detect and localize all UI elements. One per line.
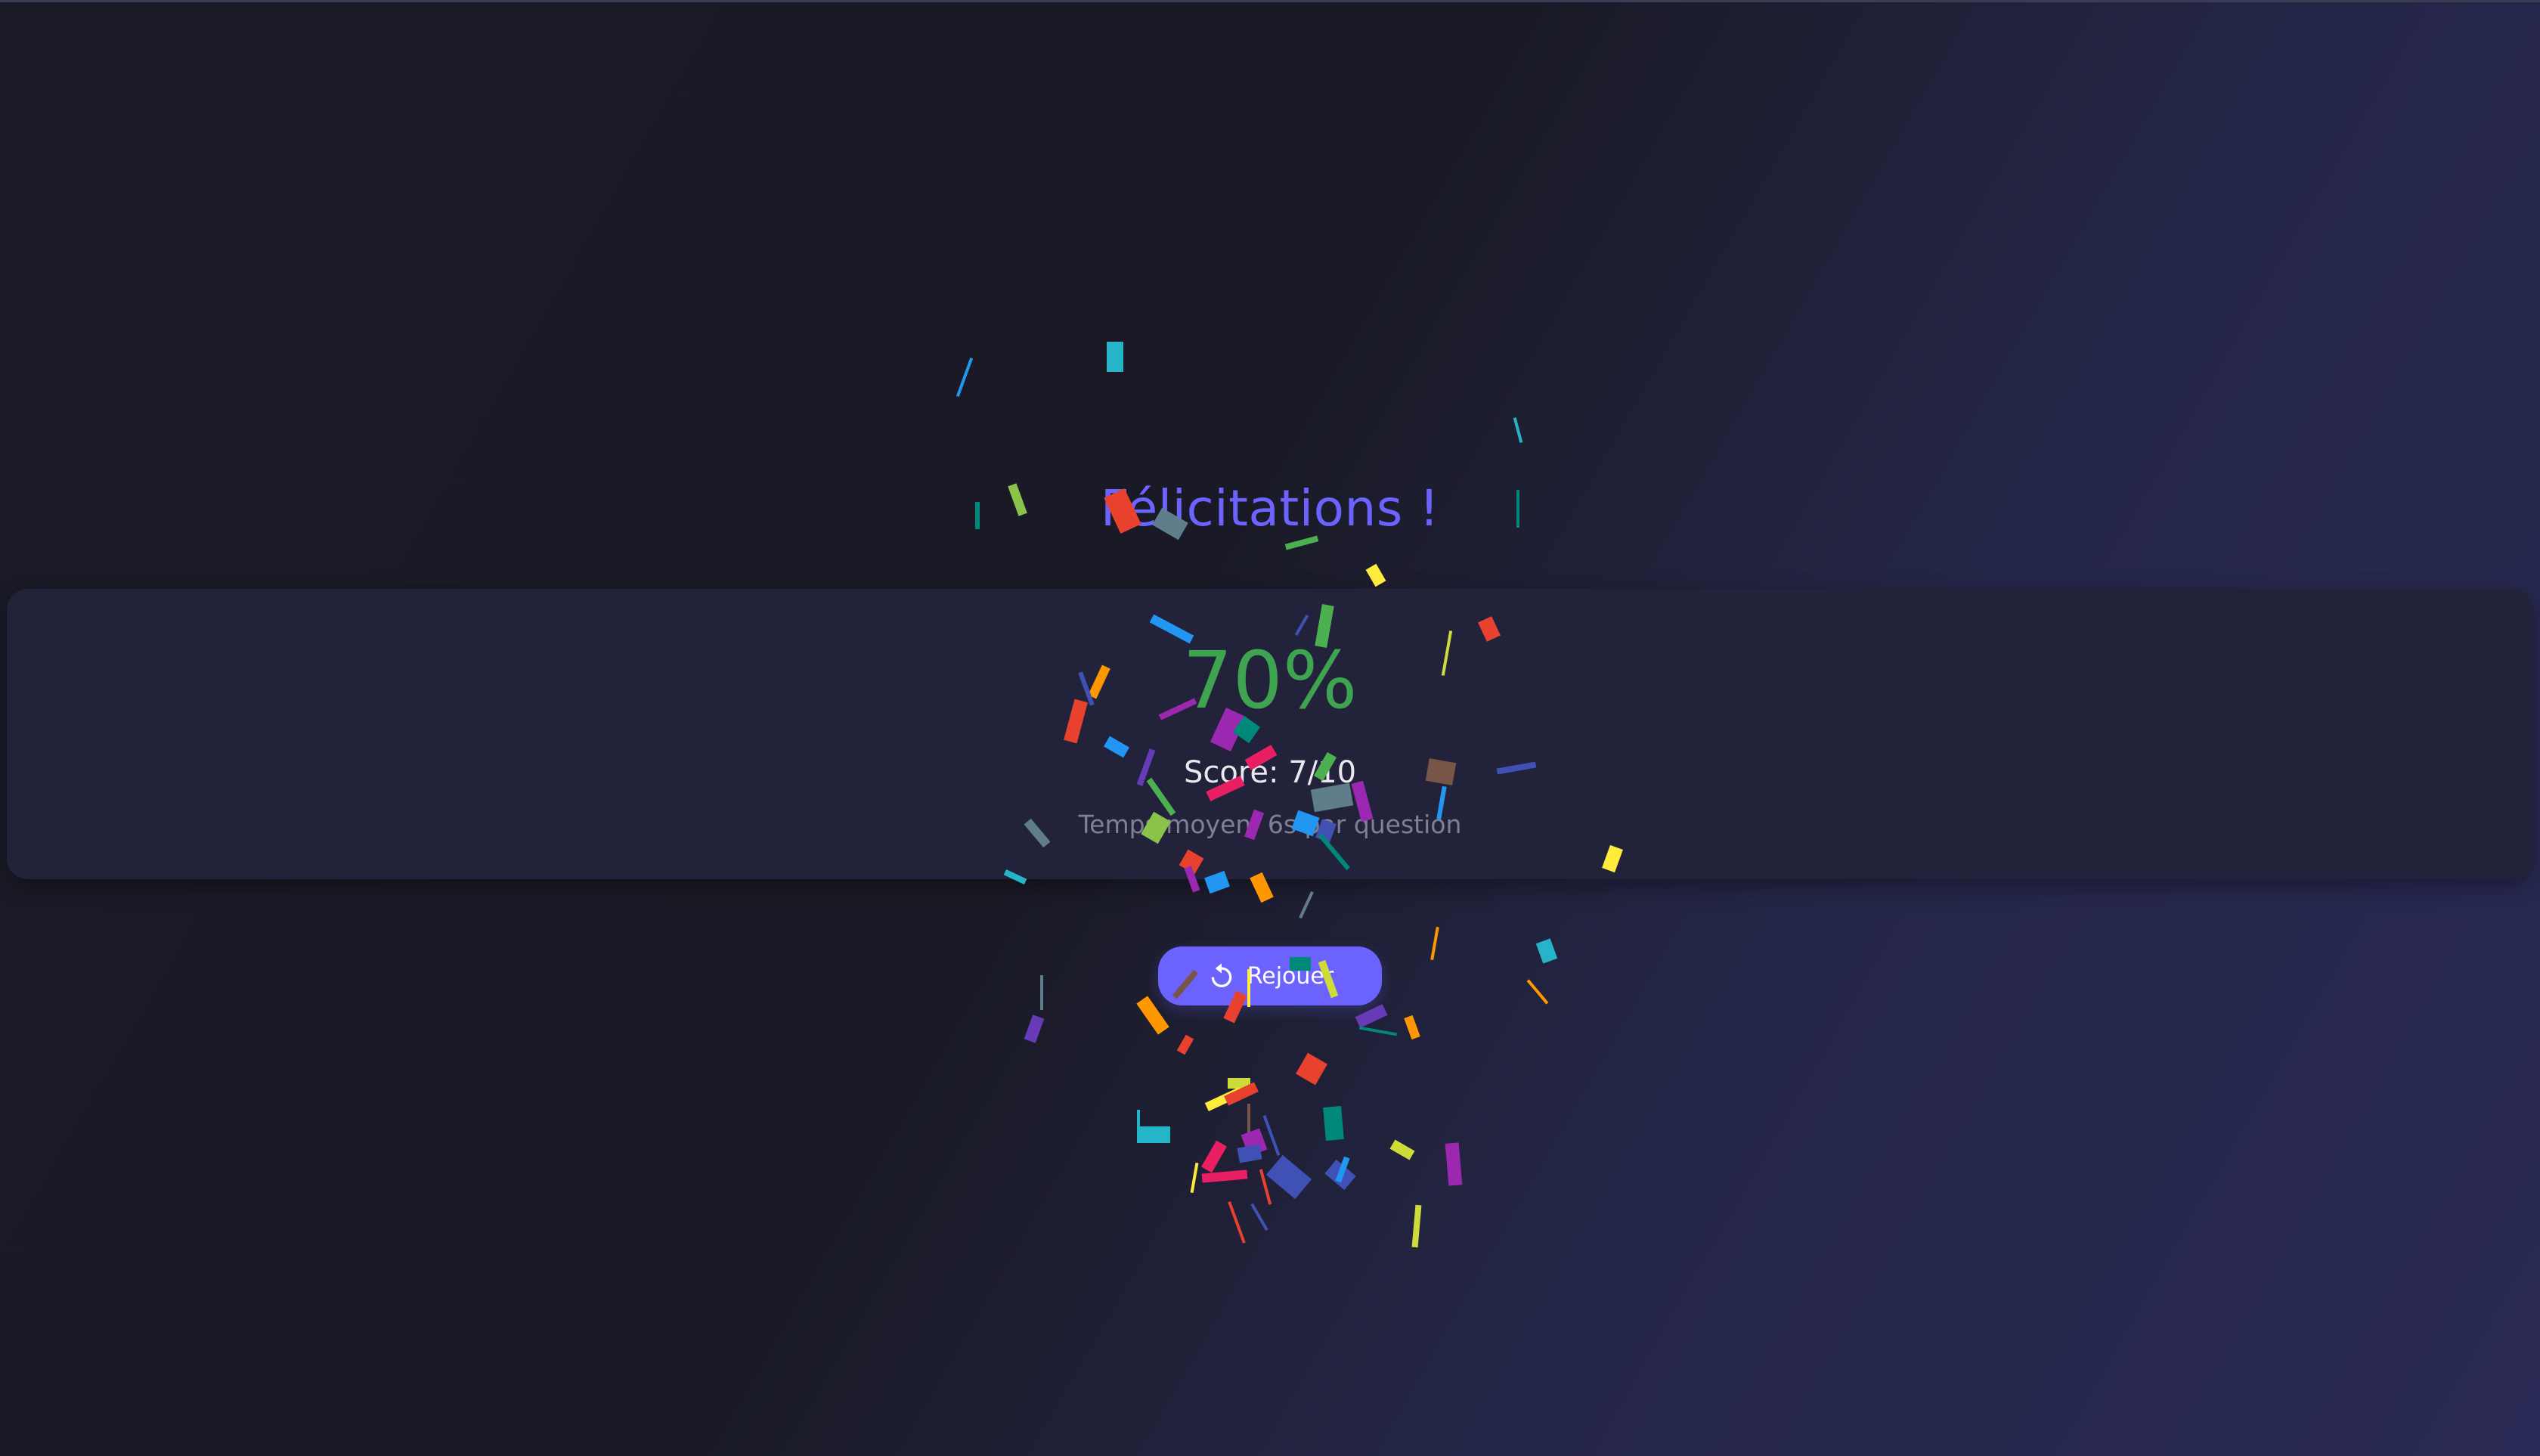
confetti-piece [1299, 891, 1314, 919]
confetti-piece [1404, 1015, 1420, 1040]
refresh-icon [1211, 963, 1232, 987]
confetti-piece [1136, 996, 1169, 1035]
confetti-piece [1535, 938, 1558, 964]
confetti-piece [1024, 1015, 1045, 1043]
confetti-piece [1140, 1126, 1170, 1143]
confetti-piece [1430, 926, 1439, 961]
confetti-piece [1247, 1104, 1250, 1142]
confetti-piece [1228, 1078, 1250, 1089]
page-title: Félicitations ! [1100, 479, 1440, 538]
confetti-piece [1359, 1026, 1397, 1036]
replay-button[interactable]: Rejouer [1158, 946, 1382, 1005]
confetti-piece [1040, 975, 1043, 1010]
confetti-piece [1324, 1159, 1356, 1191]
confetti-piece [1201, 1140, 1227, 1173]
confetti-piece [1228, 1201, 1246, 1244]
confetti-piece [1204, 1086, 1244, 1112]
confetti-piece [1355, 1004, 1388, 1028]
result-card: 70% Score: 7/10 Temps moyen: 6s par ques… [7, 589, 2533, 879]
confetti-piece [1224, 1082, 1259, 1106]
confetti-piece [1190, 1162, 1199, 1194]
confetti-piece [1265, 1154, 1312, 1200]
confetti-piece [1201, 1169, 1248, 1183]
confetti-piece [1365, 563, 1386, 587]
confetti-piece [1250, 1203, 1268, 1231]
confetti-piece [1296, 1052, 1327, 1086]
score-text: Score: 7/10 [1183, 755, 1357, 790]
confetti-piece [1262, 1115, 1281, 1156]
confetti-piece [1237, 1144, 1262, 1163]
confetti-piece [1241, 1128, 1268, 1157]
confetti-piece [1445, 1142, 1463, 1186]
average-time-text: Temps moyen: 6s par question [1078, 810, 1462, 839]
confetti-piece [1107, 342, 1123, 372]
confetti-piece [1513, 417, 1523, 443]
confetti-piece [1137, 1110, 1140, 1143]
confetti-piece [1323, 1106, 1344, 1141]
confetti-piece [1389, 1139, 1415, 1160]
confetti-piece [1335, 1156, 1350, 1183]
confetti-piece [1176, 1034, 1194, 1055]
replay-label: Rejouer [1247, 962, 1334, 990]
score-percentage: 70% [1182, 634, 1358, 726]
confetti-piece [1259, 1169, 1272, 1205]
confetti-piece [1526, 979, 1549, 1005]
top-border [0, 0, 2540, 2]
confetti-piece [1411, 1204, 1422, 1248]
confetti-piece [1284, 535, 1319, 550]
confetti-piece [956, 357, 974, 398]
